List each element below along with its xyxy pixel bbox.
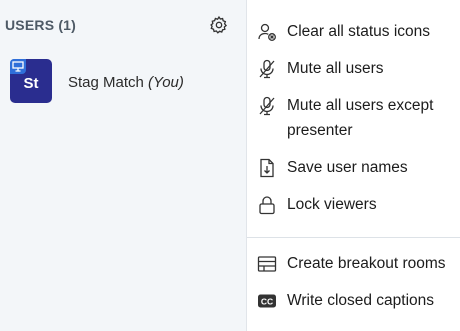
menu-divider — [247, 237, 460, 238]
menu-item-label: Clear all status icons — [287, 23, 431, 40]
menu-item-mute-all[interactable]: Mute all users — [247, 54, 460, 84]
users-panel: USERS (1) St Stag Match (You) — [0, 0, 246, 331]
lock-icon — [259, 196, 275, 215]
menu-item-label: Save user names — [287, 159, 408, 176]
user-name-text: Stag Match — [68, 74, 144, 91]
menu-item-clear-status[interactable]: Clear all status icons — [247, 17, 460, 47]
user-name: Stag Match (You) — [68, 74, 184, 91]
menu-item-label: Lock viewers — [287, 196, 377, 213]
svg-text:CC: CC — [261, 297, 273, 307]
you-suffix: (You) — [148, 74, 184, 91]
presenter-screen-icon — [10, 59, 26, 74]
download-file-icon — [260, 158, 274, 178]
menu-item-create-breakout-rooms[interactable]: Create breakout rooms — [247, 249, 460, 279]
menu-item-label: Mute all users except — [287, 97, 434, 114]
user-options-menu: Clear all status icons Mute all users Mu… — [246, 0, 460, 331]
breakout-rooms-icon — [257, 256, 277, 272]
menu-item-label: Create breakout rooms — [287, 255, 446, 272]
microphone-muted-icon — [259, 59, 275, 79]
user-clear-status-icon — [258, 23, 276, 41]
user-list-item[interactable]: St Stag Match (You) — [10, 59, 210, 105]
menu-item-save-user-names[interactable]: Save user names — [247, 153, 460, 183]
closed-captions-icon: CC — [258, 294, 276, 308]
microphone-muted-icon — [259, 96, 275, 116]
menu-item-label: Mute all users — [287, 60, 384, 77]
menu-item-label-line2: presenter — [287, 122, 353, 139]
avatar-initials: St — [23, 74, 39, 92]
menu-item-lock-viewers[interactable]: Lock viewers — [247, 190, 460, 220]
users-header: USERS (1) — [5, 17, 77, 33]
menu-item-mute-except-presenter[interactable]: Mute all users except presenter — [247, 91, 460, 147]
menu-item-label: Write closed captions — [287, 292, 435, 309]
menu-item-write-closed-captions[interactable]: CC Write closed captions — [247, 286, 460, 316]
gear-icon[interactable] — [209, 15, 229, 35]
